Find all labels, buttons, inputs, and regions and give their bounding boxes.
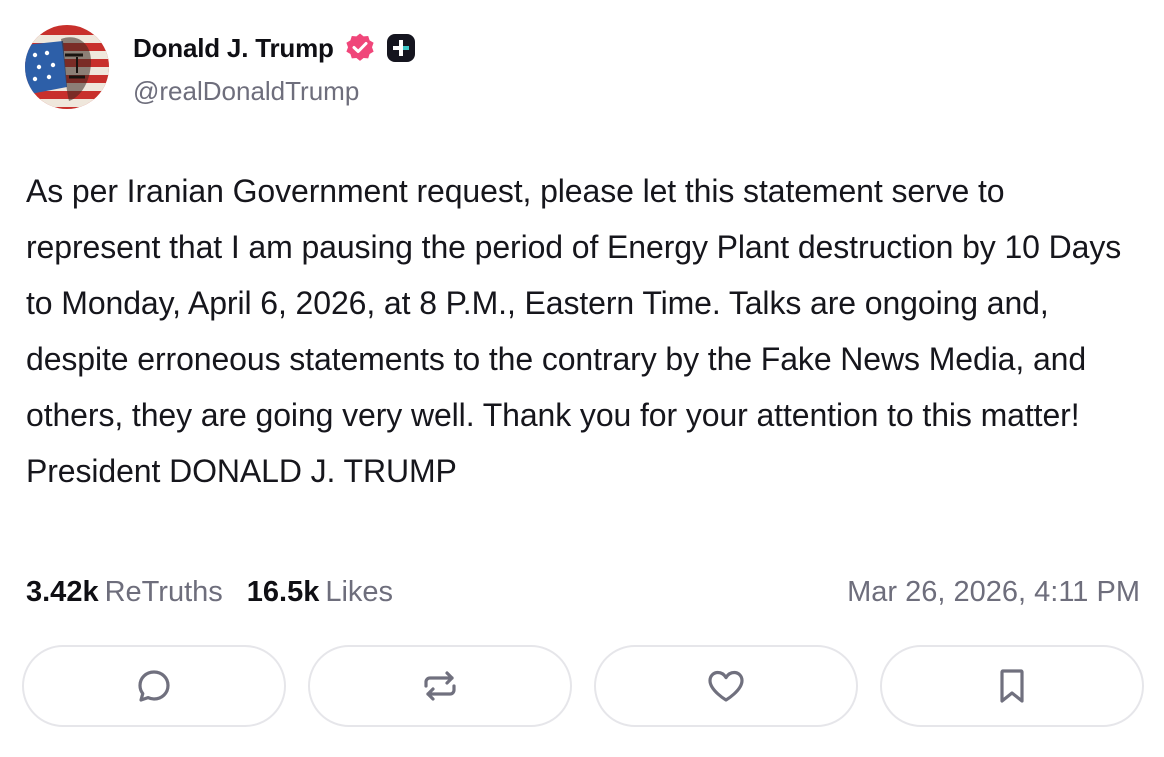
comment-bubble-icon: [138, 670, 170, 702]
reply-button[interactable]: [22, 645, 286, 727]
retruths-stat[interactable]: 3.42k ReTruths: [26, 576, 223, 609]
like-button[interactable]: [594, 645, 858, 727]
action-bar: [22, 645, 1144, 729]
repost-arrows-icon: [424, 671, 456, 701]
heart-icon: [708, 670, 744, 702]
truth-plus-icon: [386, 33, 416, 63]
likes-label: Likes: [325, 575, 394, 608]
post-timestamp[interactable]: Mar 26, 2026, 4:11 PM: [847, 572, 1140, 612]
bookmark-icon: [1000, 669, 1024, 703]
retruths-label: ReTruths: [104, 575, 223, 608]
avatar-flag-portrait-icon: [25, 25, 109, 109]
engagement-stats: 3.42k ReTruths 16.5k Likes: [26, 572, 417, 612]
verified-badge-icon: [344, 32, 376, 64]
display-name[interactable]: Donald J. Trump: [133, 33, 334, 64]
post-card: Donald J. Trump @realDonaldTrump As per …: [0, 0, 1164, 757]
likes-stat[interactable]: 16.5k Likes: [247, 576, 393, 609]
user-handle[interactable]: @realDonaldTrump: [133, 76, 359, 107]
bookmark-button[interactable]: [880, 645, 1144, 727]
retruth-button[interactable]: [308, 645, 572, 727]
retruths-count: 3.42k: [26, 575, 99, 608]
author-name-row: Donald J. Trump: [133, 30, 416, 66]
post-text: As per Iranian Government request, pleas…: [26, 173, 1122, 489]
likes-count: 16.5k: [246, 575, 320, 608]
avatar[interactable]: [25, 25, 109, 109]
